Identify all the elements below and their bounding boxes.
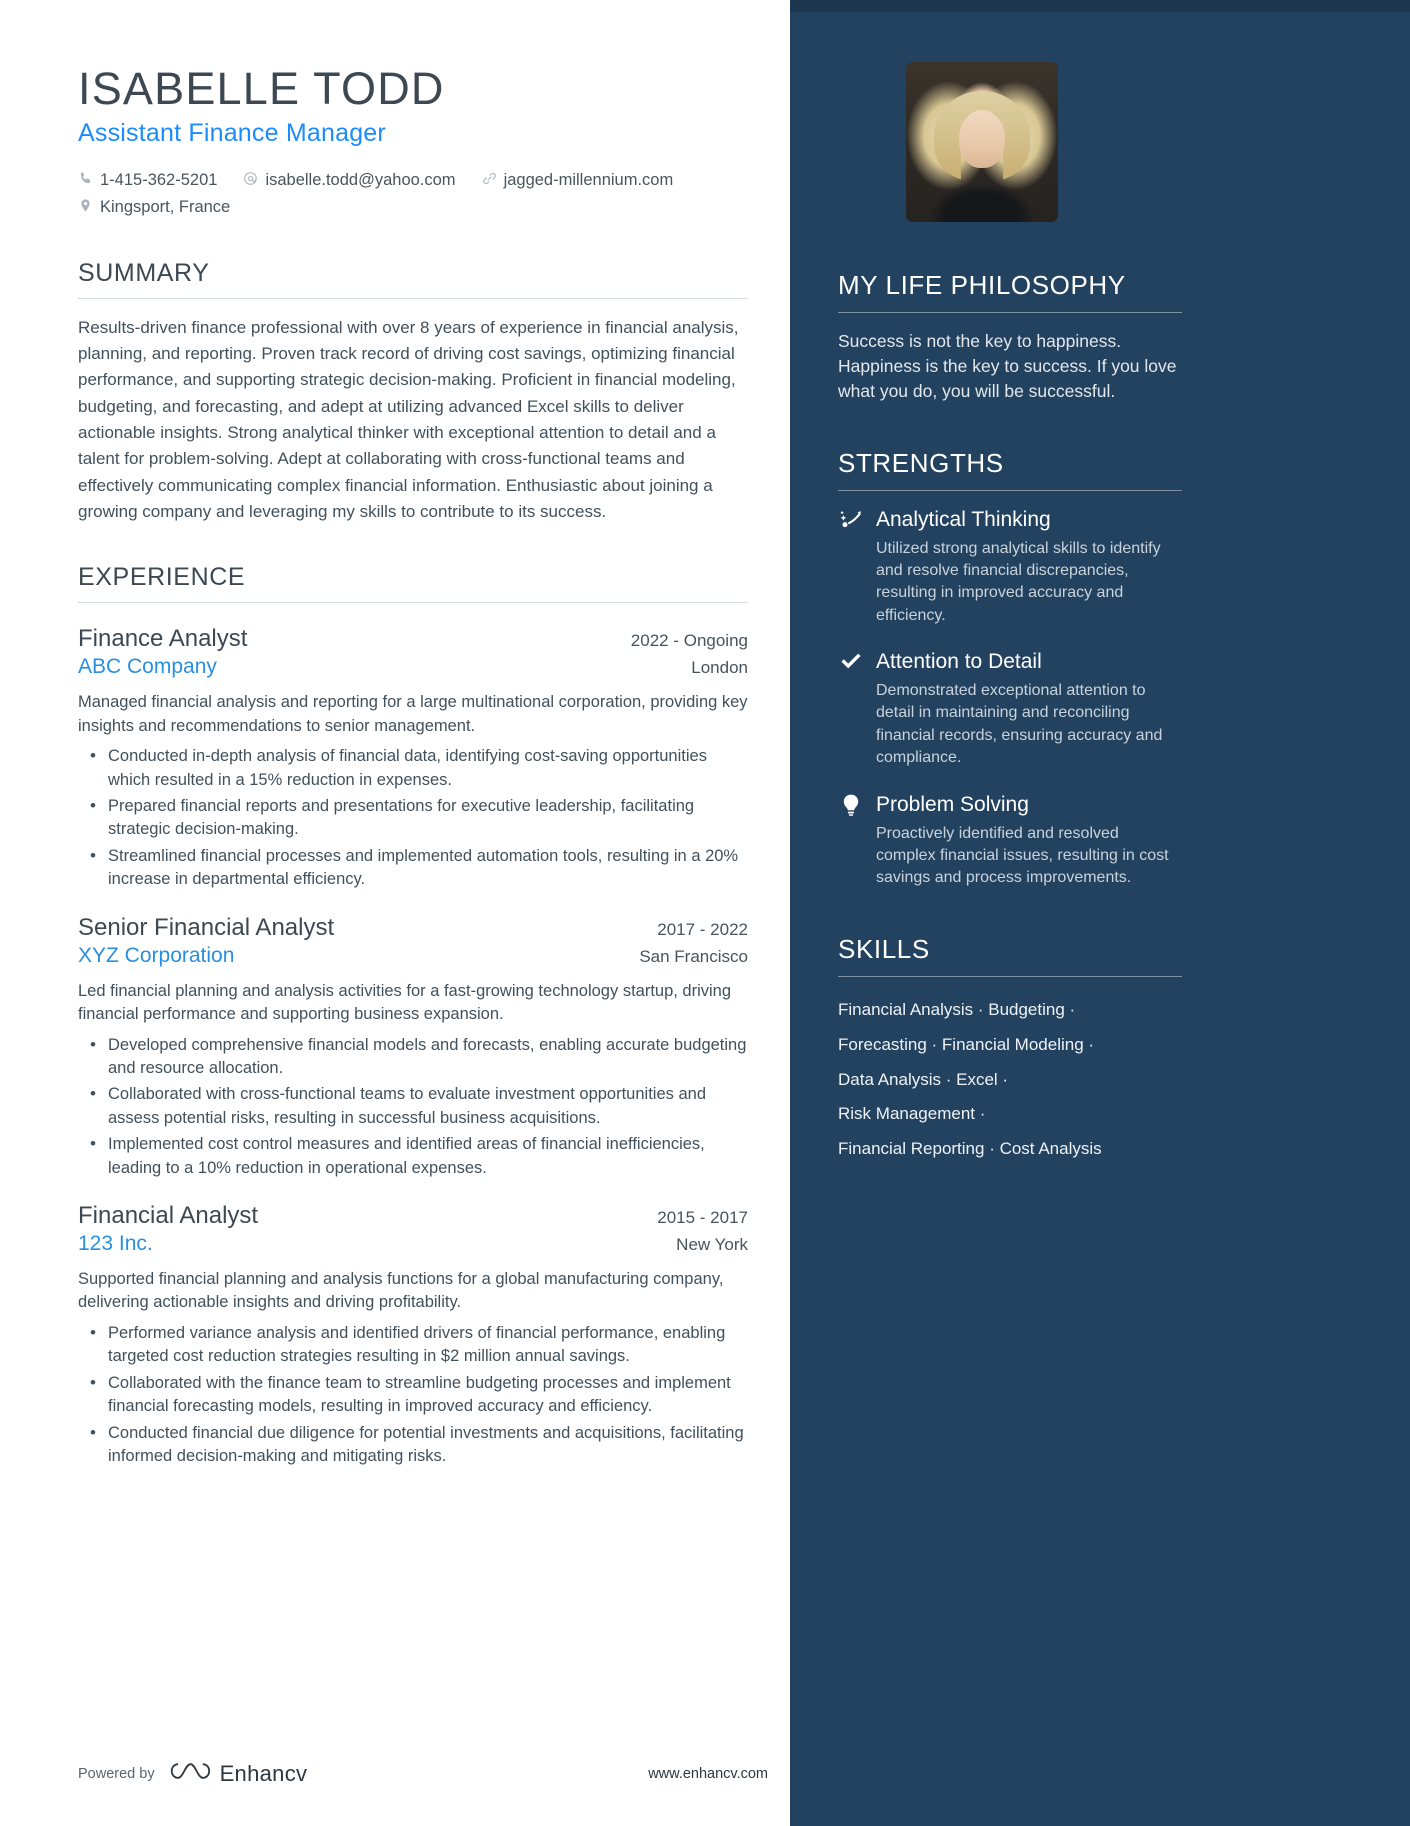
sidebar: MY LIFE PHILOSOPHY Success is not the ke… [790, 0, 1410, 1826]
job-location: London [691, 658, 748, 678]
strength-item: Analytical Thinking Utilized strong anal… [838, 507, 1182, 628]
bullet-item: Streamlined financial processes and impl… [78, 844, 748, 892]
skill-line: Financial Reporting · Cost Analysis [838, 1139, 1102, 1159]
philosophy-title: MY LIFE PHILOSOPHY [838, 270, 1126, 300]
contact-website-text: jagged-millennium.com [503, 171, 674, 190]
bullet-item: Collaborated with the finance team to st… [78, 1371, 748, 1419]
strength-title: Attention to Detail [876, 650, 1042, 674]
avatar-hair [934, 90, 1030, 181]
summary-title: SUMMARY [78, 258, 210, 287]
lightbulb-icon [838, 792, 864, 818]
enhancv-logo-icon [169, 1759, 211, 1788]
powered-by-label: Powered by [78, 1765, 155, 1782]
divider [78, 602, 748, 604]
contact-email[interactable]: isabelle.todd@yahoo.com [243, 167, 456, 194]
checkmark-icon [838, 649, 864, 675]
job-bullets: Developed comprehensive financial models… [78, 1033, 748, 1181]
strength-item: Attention to Detail Demonstrated excepti… [838, 649, 1182, 770]
bullet-item: Conducted financial due diligence for po… [78, 1421, 748, 1469]
avatar [906, 62, 1058, 222]
strength-title: Problem Solving [876, 792, 1029, 816]
skill-line: Financial Analysis · Budgeting · [838, 999, 1076, 1019]
job-company[interactable]: ABC Company [78, 655, 217, 679]
job-company[interactable]: 123 Inc. [78, 1232, 153, 1256]
profile-photo [906, 62, 1058, 222]
divider [838, 975, 1182, 977]
summary-text: Results-driven finance professional with… [78, 317, 739, 521]
job-dates: 2017 - 2022 [657, 919, 748, 939]
strength-title: Analytical Thinking [876, 507, 1051, 531]
bullet-item: Conducted in-depth analysis of financial… [78, 744, 748, 792]
enhancv-brand-name: Enhancv [219, 1760, 308, 1786]
job-description: Managed financial analysis and reporting… [78, 693, 748, 735]
contact-block: 1-415-362-5201 isabelle.todd@yahoo.com j… [78, 167, 748, 220]
job-location: San Francisco [639, 946, 748, 966]
resume-page: MY LIFE PHILOSOPHY Success is not the ke… [0, 0, 1410, 1826]
philosophy-text: Success is not the key to happiness. Hap… [838, 331, 1177, 401]
job-dates: 2015 - 2017 [657, 1208, 748, 1228]
job-bullets: Performed variance analysis and identifi… [78, 1321, 748, 1469]
footer: Powered by Enhancv www.enhancv.com [78, 1759, 768, 1788]
contact-phone[interactable]: 1-415-362-5201 [78, 167, 217, 194]
location-pin-icon [78, 198, 93, 213]
analytics-arrow-icon [838, 507, 864, 533]
job-title: Financial Analyst [78, 1202, 259, 1230]
experience-item: Financial Analyst 2015 - 2017 123 Inc. N… [78, 1202, 748, 1468]
experience-item: Finance Analyst 2022 - Ongoing ABC Compa… [78, 625, 748, 891]
job-title: Senior Financial Analyst [78, 913, 335, 941]
contact-website[interactable]: jagged-millennium.com [482, 167, 674, 194]
job-location: New York [676, 1235, 748, 1255]
link-icon [482, 171, 497, 186]
skill-line: Risk Management · [838, 1104, 986, 1124]
experience-section: EXPERIENCE Finance Analyst 2022 - Ongoin… [78, 563, 748, 1468]
skill-line: Forecasting · Financial Modeling · [838, 1034, 1095, 1054]
skill-line: Data Analysis · Excel · [838, 1069, 1009, 1089]
bullet-item: Prepared financial reports and presentat… [78, 794, 748, 842]
job-role-subtitle: Assistant Finance Manager [78, 119, 386, 148]
strengths-title: STRENGTHS [838, 447, 1004, 478]
strengths-section: STRENGTHS Analytical Thinking Utilized s… [838, 448, 1182, 890]
job-dates: 2022 - Ongoing [630, 631, 748, 651]
footer-url[interactable]: www.enhancv.com [648, 1766, 768, 1782]
contact-location: Kingsport, France [78, 194, 230, 221]
experience-item: Senior Financial Analyst 2017 - 2022 XYZ… [78, 914, 748, 1180]
contact-email-text: isabelle.todd@yahoo.com [265, 171, 456, 190]
bullet-item: Developed comprehensive financial models… [78, 1033, 748, 1081]
enhancv-brand[interactable]: Enhancv [169, 1759, 308, 1788]
job-description: Led financial planning and analysis acti… [78, 981, 732, 1024]
job-description: Supported financial planning and analysi… [78, 1270, 724, 1312]
job-bullets: Conducted in-depth analysis of financial… [78, 744, 748, 892]
page-title: ISABELLE TODD [78, 63, 445, 114]
divider [838, 489, 1182, 491]
divider [78, 297, 748, 299]
skills-section: SKILLS Financial Analysis · Budgeting · … [838, 934, 1182, 1167]
experience-title: EXPERIENCE [78, 563, 246, 592]
skills-title: SKILLS [838, 933, 930, 964]
contact-location-text: Kingsport, France [100, 197, 231, 216]
divider [838, 312, 1182, 313]
strength-description: Utilized strong analytical skills to ide… [876, 539, 1161, 624]
main-column: ISABELLE TODD Assistant Finance Manager … [0, 0, 790, 1826]
job-title: Finance Analyst [78, 625, 248, 653]
phone-icon [78, 171, 93, 186]
bullet-item: Performed variance analysis and identifi… [78, 1321, 748, 1369]
email-icon [243, 171, 258, 186]
contact-phone-text: 1-415-362-5201 [100, 171, 218, 190]
job-company[interactable]: XYZ Corporation [78, 944, 234, 968]
philosophy-section: MY LIFE PHILOSOPHY Success is not the ke… [838, 270, 1182, 404]
bullet-item: Implemented cost control measures and id… [78, 1132, 748, 1180]
strength-item: Problem Solving Proactively identified a… [838, 792, 1182, 890]
strength-description: Demonstrated exceptional attention to de… [876, 682, 1163, 767]
strength-description: Proactively identified and resolved comp… [876, 824, 1169, 887]
summary-section: SUMMARY Results-driven finance professio… [78, 259, 748, 526]
bullet-item: Collaborated with cross-functional teams… [78, 1082, 748, 1130]
